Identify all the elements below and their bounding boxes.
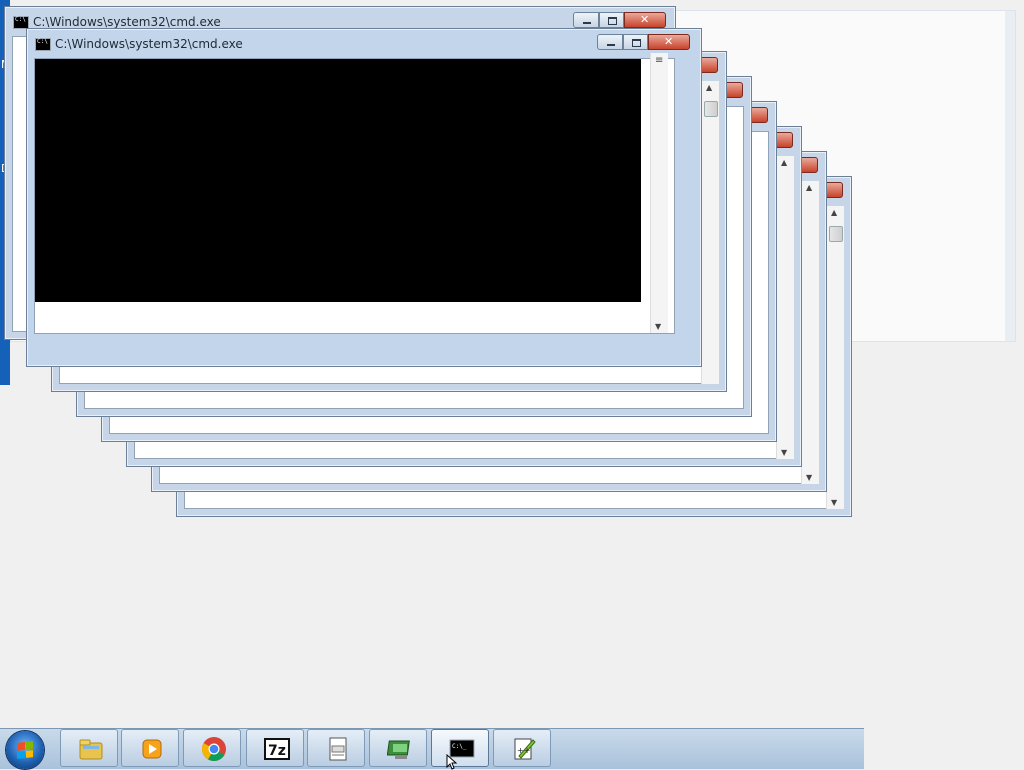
scroll-menu-icon[interactable]: ≡ bbox=[655, 55, 663, 66]
console-output-area[interactable] bbox=[35, 59, 641, 302]
cmd-icon-label: C:\_ bbox=[452, 743, 467, 750]
start-button[interactable] bbox=[6, 731, 44, 769]
window-controls bbox=[573, 12, 666, 28]
window-title: C:\Windows\system32\cmd.exe bbox=[33, 15, 221, 29]
taskbar-item-notepad-plus[interactable]: ++ bbox=[493, 729, 551, 767]
scroll-up-arrow-icon[interactable]: ▲ bbox=[806, 183, 812, 192]
close-button[interactable] bbox=[648, 34, 690, 50]
scroll-up-arrow-icon[interactable]: ▲ bbox=[706, 83, 712, 92]
taskbar-item-command-prompt[interactable]: C:\_ bbox=[431, 729, 489, 770]
monitor-icon bbox=[387, 740, 410, 759]
scroll-down-arrow-icon[interactable]: ▼ bbox=[781, 448, 787, 457]
taskbar-item-chrome[interactable] bbox=[183, 729, 241, 767]
notepad-plus-icon: ++ bbox=[514, 738, 536, 760]
maximize-button[interactable] bbox=[599, 12, 624, 28]
cmd-window-front[interactable]: C:\Windows\system32\cmd.exe ≡ ▼ bbox=[26, 28, 702, 367]
vertical-scrollbar[interactable]: ▲ bbox=[701, 81, 719, 384]
taskbar-item-7zip[interactable]: 7z bbox=[246, 729, 304, 767]
maximize-button[interactable] bbox=[623, 34, 648, 50]
close-button[interactable] bbox=[624, 12, 666, 28]
scroll-up-arrow-icon[interactable]: ▲ bbox=[781, 158, 787, 167]
minimize-button[interactable] bbox=[573, 12, 599, 28]
vertical-scrollbar[interactable]: ≡ ▼ bbox=[650, 53, 668, 333]
windows-logo-icon bbox=[17, 741, 33, 759]
background-window-edge bbox=[1005, 11, 1015, 341]
svg-text:++: ++ bbox=[517, 746, 530, 755]
vertical-scrollbar[interactable]: ▲ ▼ bbox=[801, 181, 819, 484]
scroll-down-arrow-icon[interactable]: ▼ bbox=[831, 498, 837, 507]
minimize-button[interactable] bbox=[597, 34, 623, 50]
vertical-scrollbar[interactable]: ▲ ▼ bbox=[776, 156, 794, 459]
taskbar-item-notepad-doc[interactable] bbox=[307, 729, 365, 767]
document-icon bbox=[329, 737, 347, 761]
media-play-icon bbox=[142, 739, 162, 759]
cmd-icon bbox=[35, 38, 51, 51]
7zip-icon: 7z bbox=[264, 738, 290, 760]
scroll-up-arrow-icon[interactable]: ▲ bbox=[831, 208, 837, 217]
scroll-down-arrow-icon[interactable]: ▼ bbox=[806, 473, 812, 482]
folder-icon bbox=[79, 739, 103, 760]
vertical-scrollbar[interactable]: ▲ ▼ bbox=[826, 206, 844, 509]
taskbar-item-media-player[interactable] bbox=[121, 729, 179, 767]
window-title: C:\Windows\system32\cmd.exe bbox=[55, 37, 243, 51]
chrome-icon bbox=[201, 737, 226, 762]
scroll-thumb[interactable] bbox=[704, 101, 718, 117]
window-controls bbox=[597, 34, 690, 50]
taskbar-item-windows-explorer[interactable] bbox=[60, 729, 118, 767]
7zip-label: 7z bbox=[268, 743, 286, 759]
scroll-thumb[interactable] bbox=[829, 226, 843, 242]
taskbar-item-remote-desktop[interactable] bbox=[369, 729, 427, 767]
scroll-down-arrow-icon[interactable]: ▼ bbox=[655, 322, 661, 331]
